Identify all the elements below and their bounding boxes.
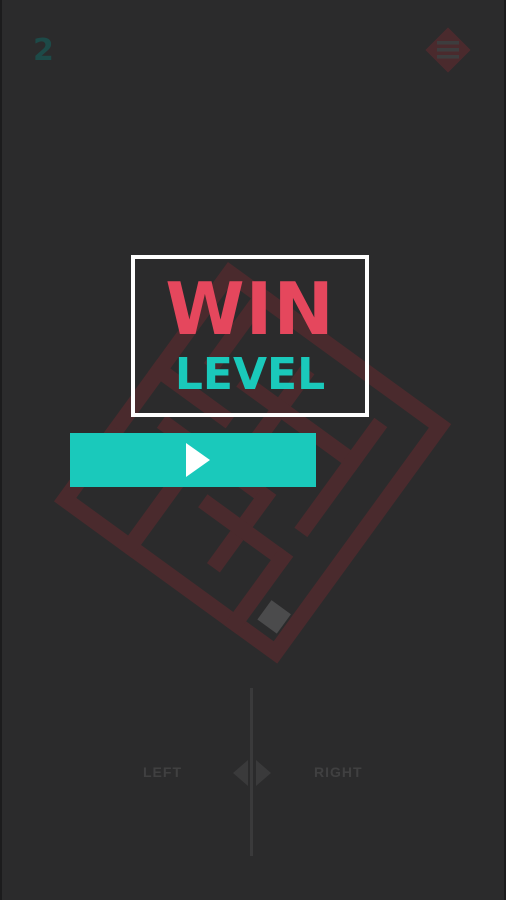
direction-controls: LEFT RIGHT <box>0 688 506 858</box>
maze-wall <box>118 470 189 558</box>
maze-wall <box>223 547 294 635</box>
menu-button[interactable] <box>420 22 476 78</box>
win-title: WIN <box>165 267 335 351</box>
right-control-label[interactable]: RIGHT <box>314 764 363 780</box>
player-block <box>257 600 291 634</box>
play-icon <box>186 443 210 477</box>
left-right-arrows-icon <box>231 758 273 788</box>
hamburger-menu-icon <box>425 27 471 73</box>
maze-wall <box>198 494 294 570</box>
win-panel: WIN LEVEL <box>131 255 369 417</box>
game-screen: 2 WIN LEVEL LEFT RIGHT <box>0 0 506 900</box>
left-control-label[interactable]: LEFT <box>143 764 182 780</box>
maze-wall <box>294 417 388 538</box>
win-subtitle: LEVEL <box>174 349 326 400</box>
level-number: 2 <box>33 33 54 68</box>
maze-wall <box>206 485 277 573</box>
play-button[interactable] <box>70 433 316 487</box>
